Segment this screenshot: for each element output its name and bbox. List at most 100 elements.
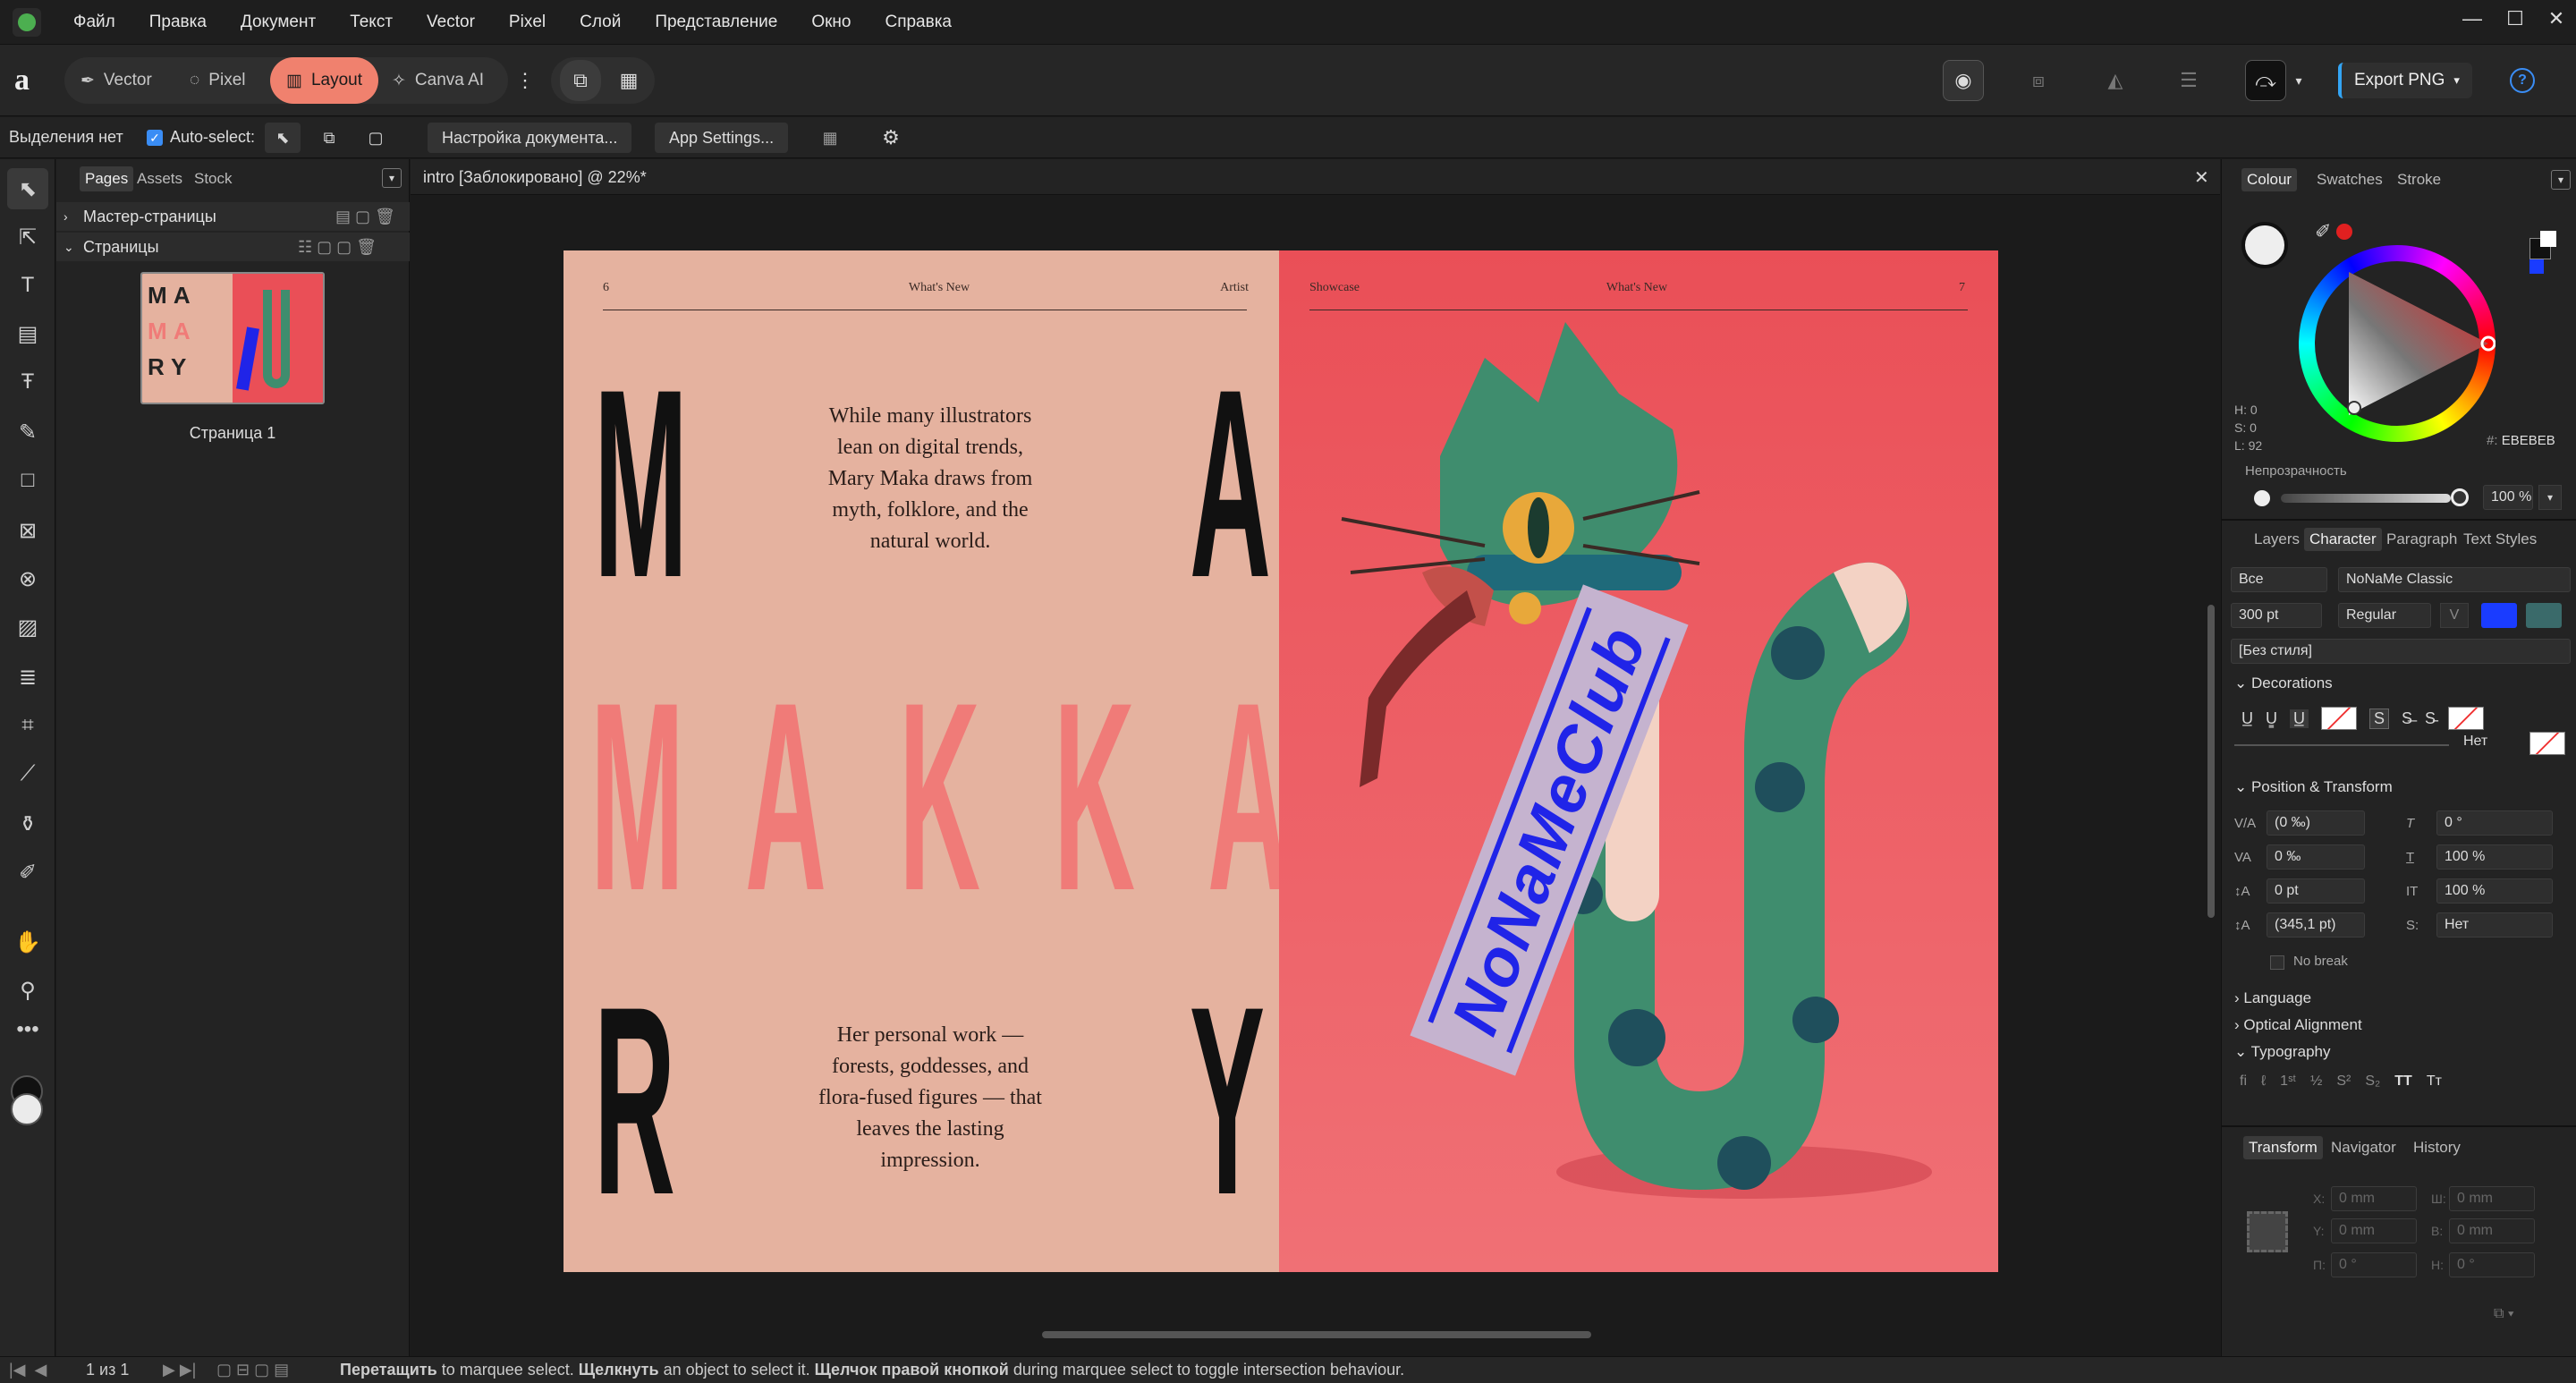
fraction-icon[interactable]: ½: [2310, 1073, 2322, 1090]
page-thumbnail[interactable]: M AM AR Y: [140, 272, 325, 404]
leading-input[interactable]: (345,1 pt): [2267, 912, 2365, 938]
artboard-select-icon[interactable]: ▢: [358, 123, 394, 153]
right-page[interactable]: Showcase What's New 7 NoNaMeClub: [1279, 250, 1998, 1272]
horizontal-scrollbar[interactable]: [411, 1326, 2202, 1344]
tab-navigator[interactable]: Navigator: [2326, 1136, 2402, 1159]
first-page-icon[interactable]: |◀ ◀: [9, 1361, 47, 1379]
persona-vector[interactable]: ✒ Vector: [64, 57, 168, 104]
subscript-icon[interactable]: S₂: [2365, 1073, 2380, 1090]
menu-document[interactable]: Документ: [241, 13, 316, 32]
add-master-icon[interactable]: ▤ ▢ 🗑: [335, 208, 395, 226]
close-button[interactable]: ✕: [2538, 7, 2574, 30]
artistic-text-tool-icon[interactable]: Ŧ: [7, 361, 48, 403]
persona-layout[interactable]: ▥ Layout: [270, 57, 378, 104]
ellipse-frame-tool-icon[interactable]: ⊗: [7, 558, 48, 599]
tab-stroke[interactable]: Stroke: [2392, 168, 2446, 191]
document-tab[interactable]: intro [Заблокировано] @ 22%* ✕: [411, 159, 2220, 195]
left-page[interactable]: 6 What's New Artist M A MAKKA R Y While …: [564, 250, 1289, 1272]
chevron-down-icon[interactable]: ▾: [382, 168, 402, 188]
next-page-icon[interactable]: ▶ ▶|: [163, 1361, 196, 1379]
zoom-tool-icon[interactable]: ⚲: [7, 970, 48, 1011]
color-wheel[interactable]: [2299, 245, 2496, 442]
text-frame-mode-icon[interactable]: ⧉: [560, 60, 601, 101]
tab-layers[interactable]: Layers: [2249, 528, 2305, 551]
menu-text[interactable]: Текст: [350, 13, 393, 32]
tab-text-styles[interactable]: Text Styles: [2458, 528, 2542, 551]
tab-stock[interactable]: Stock: [189, 166, 238, 191]
page-spread[interactable]: 6 What's New Artist M A MAKKA R Y While …: [564, 250, 1998, 1272]
preview-mode-icon[interactable]: ◉: [1943, 60, 1984, 101]
grid-settings-icon[interactable]: ▦: [814, 123, 846, 153]
font-family-select[interactable]: NoNaMe Classic: [2338, 567, 2571, 592]
persona-pixel[interactable]: ◌ Pixel: [174, 57, 261, 104]
picture-frame-tool-icon[interactable]: ⊠: [7, 510, 48, 551]
export-png-button[interactable]: Export PNG ▾: [2338, 63, 2472, 98]
hex-value[interactable]: #: EBEBEB: [2487, 433, 2555, 448]
skew-input[interactable]: 0 °: [2436, 810, 2553, 836]
tab-history[interactable]: History: [2408, 1136, 2466, 1159]
intersect-select-icon[interactable]: ⧉: [311, 123, 347, 153]
x-input[interactable]: 0 mm: [2331, 1186, 2417, 1211]
menu-pixel[interactable]: Pixel: [509, 13, 546, 32]
tab-swatches[interactable]: Swatches: [2311, 168, 2388, 191]
opacity-slider-handle[interactable]: [2451, 488, 2469, 506]
hand-tool-icon[interactable]: ✋: [7, 921, 48, 963]
brush-tool-icon[interactable]: ⟋: [7, 753, 48, 794]
help-icon[interactable]: ?: [2510, 68, 2535, 93]
decorations-header[interactable]: ⌄ Decorations: [2234, 675, 2333, 692]
opacity-input[interactable]: 100 %: [2483, 485, 2533, 510]
minimize-button[interactable]: —: [2454, 7, 2490, 30]
scrollbar-thumb[interactable]: [2207, 605, 2215, 918]
baseline-input[interactable]: 0 pt: [2267, 878, 2365, 904]
height-input[interactable]: 0 mm: [2449, 1218, 2535, 1243]
blue-swatch[interactable]: [2529, 259, 2544, 274]
close-document-icon[interactable]: ✕: [2194, 166, 2209, 189]
menu-file[interactable]: Файл: [73, 13, 115, 32]
underline-active-icon[interactable]: U̲: [2290, 708, 2309, 728]
width-input[interactable]: 0 mm: [2449, 1186, 2535, 1211]
small-caps-icon[interactable]: Tт: [2427, 1073, 2442, 1090]
gear-icon[interactable]: ⚙: [875, 123, 907, 153]
tracking-input[interactable]: 0 ‰: [2267, 844, 2365, 870]
menu-edit[interactable]: Правка: [149, 13, 207, 32]
decoration-color-swatch[interactable]: [2529, 732, 2565, 755]
cursor-select-icon[interactable]: ⬉: [265, 123, 301, 153]
more-tools-icon[interactable]: •••: [7, 1009, 48, 1050]
underline-icon[interactable]: U̲: [2241, 709, 2253, 728]
font-size-input[interactable]: 300 pt: [2231, 603, 2322, 628]
language-header[interactable]: › Language: [2234, 989, 2311, 1007]
rectangle-tool-icon[interactable]: □: [7, 460, 48, 501]
menu-window[interactable]: Окно: [811, 13, 851, 32]
menu-layer[interactable]: Слой: [580, 13, 621, 32]
double-underline-icon[interactable]: U̳: [2266, 709, 2277, 728]
text-stroke-swatch[interactable]: [2526, 603, 2562, 628]
tab-paragraph[interactable]: Paragraph: [2381, 528, 2462, 551]
tab-pages[interactable]: Pages: [80, 166, 134, 191]
vertical-scale-input[interactable]: 100 %: [2436, 878, 2553, 904]
typography-header[interactable]: ⌄ Typography: [2234, 1043, 2331, 1061]
strikethrough-icon[interactable]: S: [2369, 708, 2390, 729]
y-input[interactable]: 0 mm: [2331, 1218, 2417, 1243]
add-page-icon[interactable]: ☷ ▢ ▢ 🗑: [298, 238, 377, 257]
autoselect-checkbox[interactable]: ✓: [147, 130, 163, 146]
font-weight-select[interactable]: Regular: [2338, 603, 2431, 628]
crop-tool-icon[interactable]: ⌗: [7, 705, 48, 746]
move-tool-icon[interactable]: ⬉: [7, 168, 48, 209]
recent-color-swatch[interactable]: [2336, 224, 2352, 240]
style-select[interactable]: [Без стиля]: [2231, 639, 2571, 664]
pen-tool-icon[interactable]: ✎: [7, 412, 48, 453]
chevron-down-icon[interactable]: ▾: [2538, 485, 2562, 510]
optical-alignment-header[interactable]: › Optical Alignment: [2234, 1016, 2362, 1034]
text-wrap-tool-icon[interactable]: ≣: [7, 657, 48, 698]
text-frame-tool-icon[interactable]: T: [7, 265, 48, 306]
tab-transform[interactable]: Transform: [2243, 1136, 2323, 1159]
opacity-slider[interactable]: [2281, 494, 2451, 503]
position-transform-header[interactable]: ⌄ Position & Transform: [2234, 778, 2393, 796]
maximize-button[interactable]: ☐: [2497, 7, 2533, 30]
hook-tool-icon[interactable]: ⤼: [2245, 60, 2286, 101]
kerning-icon[interactable]: V: [2440, 603, 2469, 628]
font-scope-select[interactable]: Все: [2231, 567, 2327, 592]
app-settings-button[interactable]: App Settings...: [655, 123, 789, 153]
tab-colour[interactable]: Colour: [2241, 168, 2298, 191]
snapping-icon[interactable]: ⧈: [2018, 60, 2059, 101]
